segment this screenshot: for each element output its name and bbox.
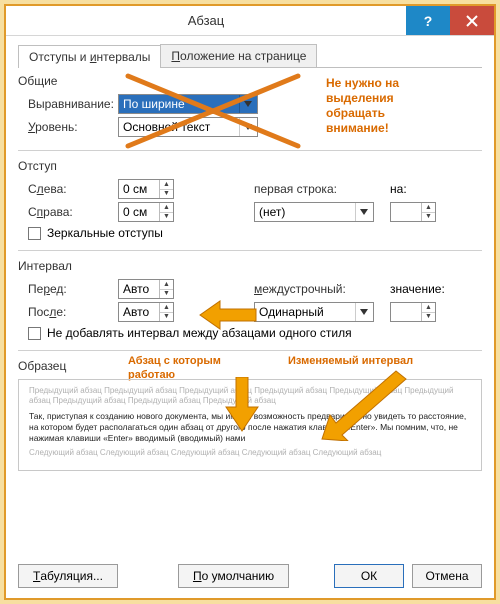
tab-indents[interactable]: Отступы и интервалы bbox=[18, 45, 161, 68]
indent-left-spinner[interactable]: 0 см ▲▼ bbox=[118, 179, 174, 199]
ok-button[interactable]: ОК bbox=[334, 564, 404, 588]
chevron-down-icon bbox=[355, 203, 371, 221]
spinner-up-icon[interactable]: ▲ bbox=[422, 203, 435, 213]
after-spinner[interactable]: Авто ▲▼ bbox=[118, 302, 174, 322]
cancel-button[interactable]: Отмена bbox=[412, 564, 482, 588]
indent-right-spinner[interactable]: 0 см ▲▼ bbox=[118, 202, 174, 222]
spacing-value-label: значение: bbox=[390, 282, 445, 296]
spinner-down-icon[interactable]: ▼ bbox=[160, 213, 173, 222]
firstline-combo[interactable]: (нет) bbox=[254, 202, 374, 222]
spinner-down-icon[interactable]: ▼ bbox=[422, 213, 435, 222]
alignment-combo[interactable]: По ширине bbox=[118, 94, 258, 114]
chevron-down-icon bbox=[239, 118, 255, 136]
dont-add-label: Не добавлять интервал между абзацами одн… bbox=[47, 326, 352, 340]
close-icon bbox=[466, 15, 478, 27]
firstline-label: первая строка: bbox=[254, 182, 364, 196]
sample-preview: Предыдущий абзац Предыдущий абзац Предыд… bbox=[18, 379, 482, 471]
dont-add-checkbox[interactable] bbox=[28, 327, 41, 340]
indent-by-spinner[interactable]: ▲▼ bbox=[390, 202, 436, 222]
level-label: Уровень: bbox=[18, 120, 118, 134]
window-title: Абзац bbox=[6, 13, 406, 28]
spinner-down-icon[interactable]: ▼ bbox=[160, 313, 173, 322]
spinner-up-icon[interactable]: ▲ bbox=[160, 180, 173, 190]
spinner-down-icon[interactable]: ▼ bbox=[422, 313, 435, 322]
spinner-down-icon[interactable]: ▼ bbox=[160, 290, 173, 299]
before-label: Перед: bbox=[18, 282, 118, 296]
alignment-label: Выравнивание: bbox=[18, 97, 118, 111]
spinner-up-icon[interactable]: ▲ bbox=[160, 203, 173, 213]
mirror-label: Зеркальные отступы bbox=[47, 226, 163, 240]
titlebar: Абзац ? bbox=[6, 6, 494, 36]
spinner-up-icon[interactable]: ▲ bbox=[160, 303, 173, 313]
indent-right-label: Справа: bbox=[18, 205, 118, 219]
linespacing-label: междустрочный: bbox=[254, 282, 364, 296]
default-button[interactable]: По умолчанию bbox=[178, 564, 289, 588]
spinner-up-icon[interactable]: ▲ bbox=[160, 280, 173, 290]
help-button[interactable]: ? bbox=[406, 6, 450, 35]
footer-bar: Табуляция... По умолчанию ОК Отмена bbox=[18, 564, 482, 588]
section-spacing: Интервал bbox=[18, 259, 482, 273]
indent-by-label: на: bbox=[390, 182, 407, 196]
chevron-down-icon bbox=[355, 303, 371, 321]
indent-left-label: Слева: bbox=[18, 182, 118, 196]
tab-strip: Отступы и интервалы Положение на страниц… bbox=[18, 44, 482, 68]
section-indent: Отступ bbox=[18, 159, 482, 173]
tabs-button[interactable]: Табуляция... bbox=[18, 564, 118, 588]
before-spinner[interactable]: Авто ▲▼ bbox=[118, 279, 174, 299]
section-sample: Образец bbox=[18, 359, 482, 373]
spinner-down-icon[interactable]: ▼ bbox=[160, 190, 173, 199]
tab-position[interactable]: Положение на странице bbox=[160, 44, 317, 67]
section-general: Общие bbox=[18, 74, 482, 88]
linespacing-combo[interactable]: Одинарный bbox=[254, 302, 374, 322]
mirror-checkbox[interactable] bbox=[28, 227, 41, 240]
spacing-value-spinner[interactable]: ▲▼ bbox=[390, 302, 436, 322]
close-button[interactable] bbox=[450, 6, 494, 35]
level-combo[interactable]: Основной текст bbox=[118, 117, 258, 137]
spinner-up-icon[interactable]: ▲ bbox=[422, 303, 435, 313]
after-label: После: bbox=[18, 305, 118, 319]
chevron-down-icon bbox=[239, 95, 255, 113]
